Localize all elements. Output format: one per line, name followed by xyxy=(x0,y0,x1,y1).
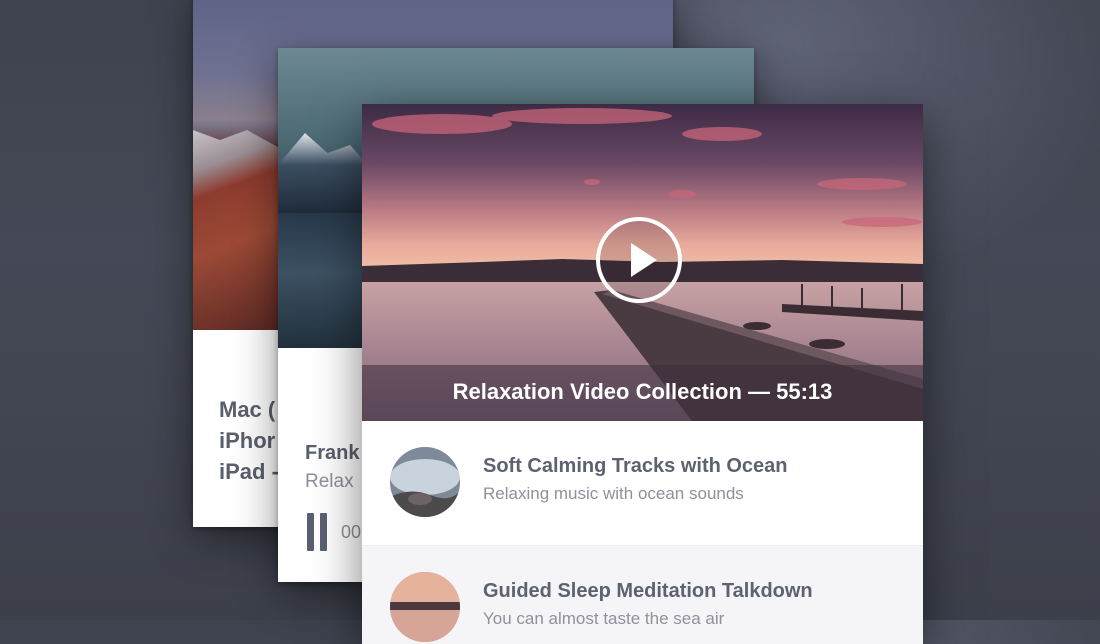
card-line: Mac ( xyxy=(219,397,276,422)
video-thumbnail[interactable]: Relaxation Video Collection — 55:13 xyxy=(362,104,923,421)
track-thumbnail xyxy=(390,447,460,517)
video-caption-bar: Relaxation Video Collection — 55:13 xyxy=(362,365,923,421)
track-description: You can almost taste the sea air xyxy=(483,609,725,628)
track-item-ocean[interactable]: Soft Calming Tracks with Ocean Relaxing … xyxy=(362,421,923,545)
track-title: Soft Calming Tracks with Ocean xyxy=(483,455,788,477)
pause-icon[interactable] xyxy=(307,513,327,551)
track-title: Guided Sleep Meditation Talkdown xyxy=(483,580,813,602)
album-card-text: Mac ( iPhor iPad - xyxy=(219,394,279,487)
video-collection-card: Relaxation Video Collection — 55:13 Soft… xyxy=(362,104,923,644)
playback-time: 00 xyxy=(341,522,362,542)
video-collection-title: Relaxation Video Collection — 55:13 xyxy=(452,379,833,404)
card-line: iPad - xyxy=(219,459,279,484)
track-item-sleep-meditation[interactable]: Guided Sleep Meditation Talkdown You can… xyxy=(362,545,923,644)
card-title: Frank xyxy=(305,442,360,464)
track-thumbnail xyxy=(390,572,460,642)
track-description: Relaxing music with ocean sounds xyxy=(483,484,744,503)
card-line: iPhor xyxy=(219,428,276,453)
card-subtitle: Relax xyxy=(305,471,354,492)
play-button[interactable] xyxy=(596,217,682,303)
play-icon xyxy=(631,243,657,277)
